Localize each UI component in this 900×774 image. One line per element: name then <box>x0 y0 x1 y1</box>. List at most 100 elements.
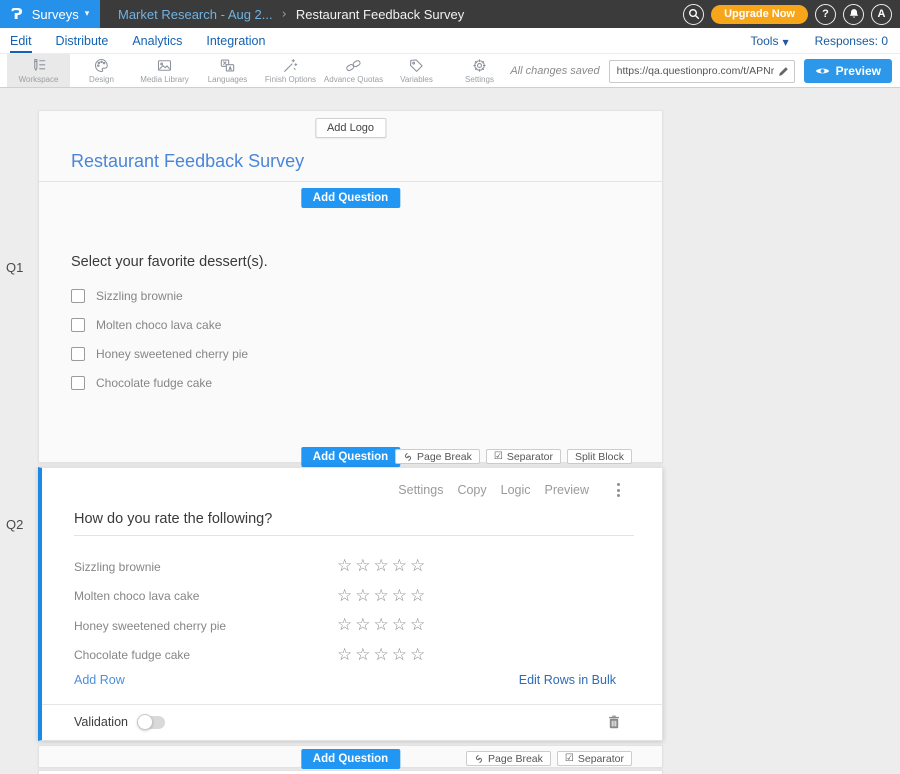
nav-tab-integration[interactable]: Integration <box>206 29 265 53</box>
checkbox-icon[interactable] <box>71 347 85 361</box>
checkbox-icon[interactable] <box>71 289 85 303</box>
q1-option-sizzling-brownie[interactable]: Sizzling brownie <box>71 281 248 310</box>
q2-rating-rows: Sizzling brownie☆☆☆☆☆Molten choco lava c… <box>74 552 634 670</box>
add-question-button[interactable]: Add Question <box>301 749 400 769</box>
search-button[interactable] <box>683 4 704 25</box>
q2-menu-logic[interactable]: Logic <box>501 483 531 497</box>
page-break-button[interactable]: Page Break <box>466 751 551 766</box>
q2-row-sizzling-brownie: Sizzling brownie☆☆☆☆☆ <box>74 552 634 582</box>
add-logo-button[interactable]: Add Logo <box>315 118 386 138</box>
edit-url-button[interactable] <box>778 66 794 77</box>
tools-menu[interactable]: Tools▼ <box>750 34 788 48</box>
checkbox-icon[interactable] <box>71 376 85 390</box>
toolbar-right: All changes saved Preview <box>510 54 892 88</box>
topbar-actions: Upgrade Now ? A <box>683 0 892 28</box>
toolbar-tab-media-library[interactable]: Media Library <box>133 54 196 87</box>
add-question-button[interactable]: Add Question <box>301 447 400 467</box>
q1-option-honey-sweetened-cherry-pie[interactable]: Honey sweetened cherry pie <box>71 339 248 368</box>
account-avatar[interactable]: A <box>871 4 892 25</box>
star-icon: ☆ <box>355 588 370 605</box>
star-rating: ☆☆☆☆☆ <box>337 617 425 634</box>
survey-url-input[interactable] <box>610 65 778 77</box>
star-rating: ☆☆☆☆☆ <box>337 588 425 605</box>
q2-row-label[interactable]: Molten choco lava cake <box>74 589 337 603</box>
q2-row-honey-sweetened-cherry-pie: Honey sweetened cherry pie☆☆☆☆☆ <box>74 611 634 641</box>
save-status: All changes saved <box>510 65 599 77</box>
split-block-button[interactable]: Split Block <box>567 449 632 464</box>
toolbar-tab-finish-options[interactable]: Finish Options <box>259 54 322 87</box>
nav-tab-distribute[interactable]: Distribute <box>56 29 109 53</box>
help-button[interactable]: ? <box>815 4 836 25</box>
star-icon: ☆ <box>337 617 352 634</box>
breadcrumb-separator-icon: › <box>282 7 287 22</box>
variables-icon <box>408 57 425 74</box>
q1-option-label[interactable]: Molten choco lava cake <box>96 318 221 332</box>
page-break-button[interactable]: Page Break <box>395 449 480 464</box>
edit-rows-in-bulk-link[interactable]: Edit Rows in Bulk <box>519 673 616 687</box>
star-icon: ☆ <box>392 558 407 575</box>
q2-row-chocolate-fudge-cake: Chocolate fudge cake☆☆☆☆☆ <box>74 641 634 671</box>
insert-elements-row: Page Break ☑ Separator <box>466 751 632 766</box>
add-question-button[interactable]: Add Question <box>301 188 400 208</box>
survey-canvas: Q1 Q2 Add Logo Restaurant Feedback Surve… <box>0 88 900 774</box>
q2-row-label[interactable]: Sizzling brownie <box>74 560 337 574</box>
nav-tab-analytics[interactable]: Analytics <box>132 29 182 53</box>
survey-url-box <box>609 60 795 83</box>
q2-question-text[interactable]: How do you rate the following? <box>74 511 272 527</box>
checkbox-icon[interactable] <box>71 318 85 332</box>
star-icon: ☆ <box>355 647 370 664</box>
toolbar-tabs: Workspace Design Media LibraryLanguagesFin… <box>0 54 511 87</box>
survey-title[interactable]: Restaurant Feedback Survey <box>71 151 304 172</box>
separator-button[interactable]: ☑ Separator <box>557 751 632 766</box>
question-number-q2: Q2 <box>6 517 23 532</box>
workspace-icon <box>30 57 47 74</box>
toolbar-tab-design[interactable]: Design <box>70 54 133 87</box>
q2-menu-preview[interactable]: Preview <box>545 483 589 497</box>
q1-option-label[interactable]: Honey sweetened cherry pie <box>96 347 248 361</box>
toolbar-tab-advance-quotas[interactable]: Advance Quotas <box>322 54 385 87</box>
q1-question-text[interactable]: Select your favorite dessert(s). <box>71 254 268 270</box>
validation-toggle[interactable] <box>138 716 165 729</box>
divider <box>42 704 662 705</box>
star-icon: ☆ <box>337 647 352 664</box>
next-card-edge <box>38 770 663 774</box>
q1-options: Sizzling brownie Molten choco lava cake Ho… <box>71 281 248 397</box>
star-rating: ☆☆☆☆☆ <box>337 647 425 664</box>
q1-option-chocolate-fudge-cake[interactable]: Chocolate fudge cake <box>71 368 248 397</box>
responses-count[interactable]: Responses: 0 <box>815 34 888 48</box>
preview-button[interactable]: Preview <box>804 59 892 83</box>
q2-row-molten-choco-lava-cake: Molten choco lava cake☆☆☆☆☆ <box>74 582 634 612</box>
upgrade-now-button[interactable]: Upgrade Now <box>711 5 808 24</box>
kebab-menu-icon[interactable] <box>615 481 622 499</box>
star-icon: ☆ <box>374 617 389 634</box>
toolbar-tab-variables[interactable]: Variables <box>385 54 448 87</box>
media-library-icon <box>156 57 173 74</box>
survey-header-card: Add Logo Restaurant Feedback Survey Add … <box>38 110 663 463</box>
q2-menu-copy[interactable]: Copy <box>457 483 486 497</box>
delete-question-button[interactable] <box>606 713 622 734</box>
survey-editor-screen: Ɂ Surveys ▾ Market Research - Aug 2... ›… <box>0 0 900 774</box>
validation-row: Validation <box>74 715 165 729</box>
add-row-link[interactable]: Add Row <box>74 673 125 687</box>
toolbar-tab-label: Design <box>89 75 114 84</box>
help-icon: ? <box>822 8 829 20</box>
notifications-button[interactable] <box>843 4 864 25</box>
settings-icon <box>471 57 488 74</box>
breadcrumb: Market Research - Aug 2... › Restaurant … <box>118 7 464 22</box>
q1-option-label[interactable]: Chocolate fudge cake <box>96 376 212 390</box>
nav-tab-edit[interactable]: Edit <box>10 29 32 53</box>
avatar-initial: A <box>878 8 886 20</box>
q2-row-label[interactable]: Honey sweetened cherry pie <box>74 619 337 633</box>
toolbar-tab-languages[interactable]: Languages <box>196 54 259 87</box>
toolbar-tab-workspace[interactable]: Workspace <box>7 54 70 87</box>
separator-button[interactable]: ☑ Separator <box>486 449 561 464</box>
divider <box>39 181 662 182</box>
q2-menu-settings[interactable]: Settings <box>398 483 443 497</box>
breadcrumb-survey-name[interactable]: Restaurant Feedback Survey <box>296 7 464 22</box>
breadcrumb-folder[interactable]: Market Research - Aug 2... <box>118 7 273 22</box>
q1-option-molten-choco-lava-cake[interactable]: Molten choco lava cake <box>71 310 248 339</box>
q1-option-label[interactable]: Sizzling brownie <box>96 289 183 303</box>
toolbar-tab-settings[interactable]: Settings <box>448 54 511 87</box>
surveys-menu[interactable]: Ɂ Surveys ▾ <box>0 0 100 28</box>
q2-row-label[interactable]: Chocolate fudge cake <box>74 648 337 662</box>
